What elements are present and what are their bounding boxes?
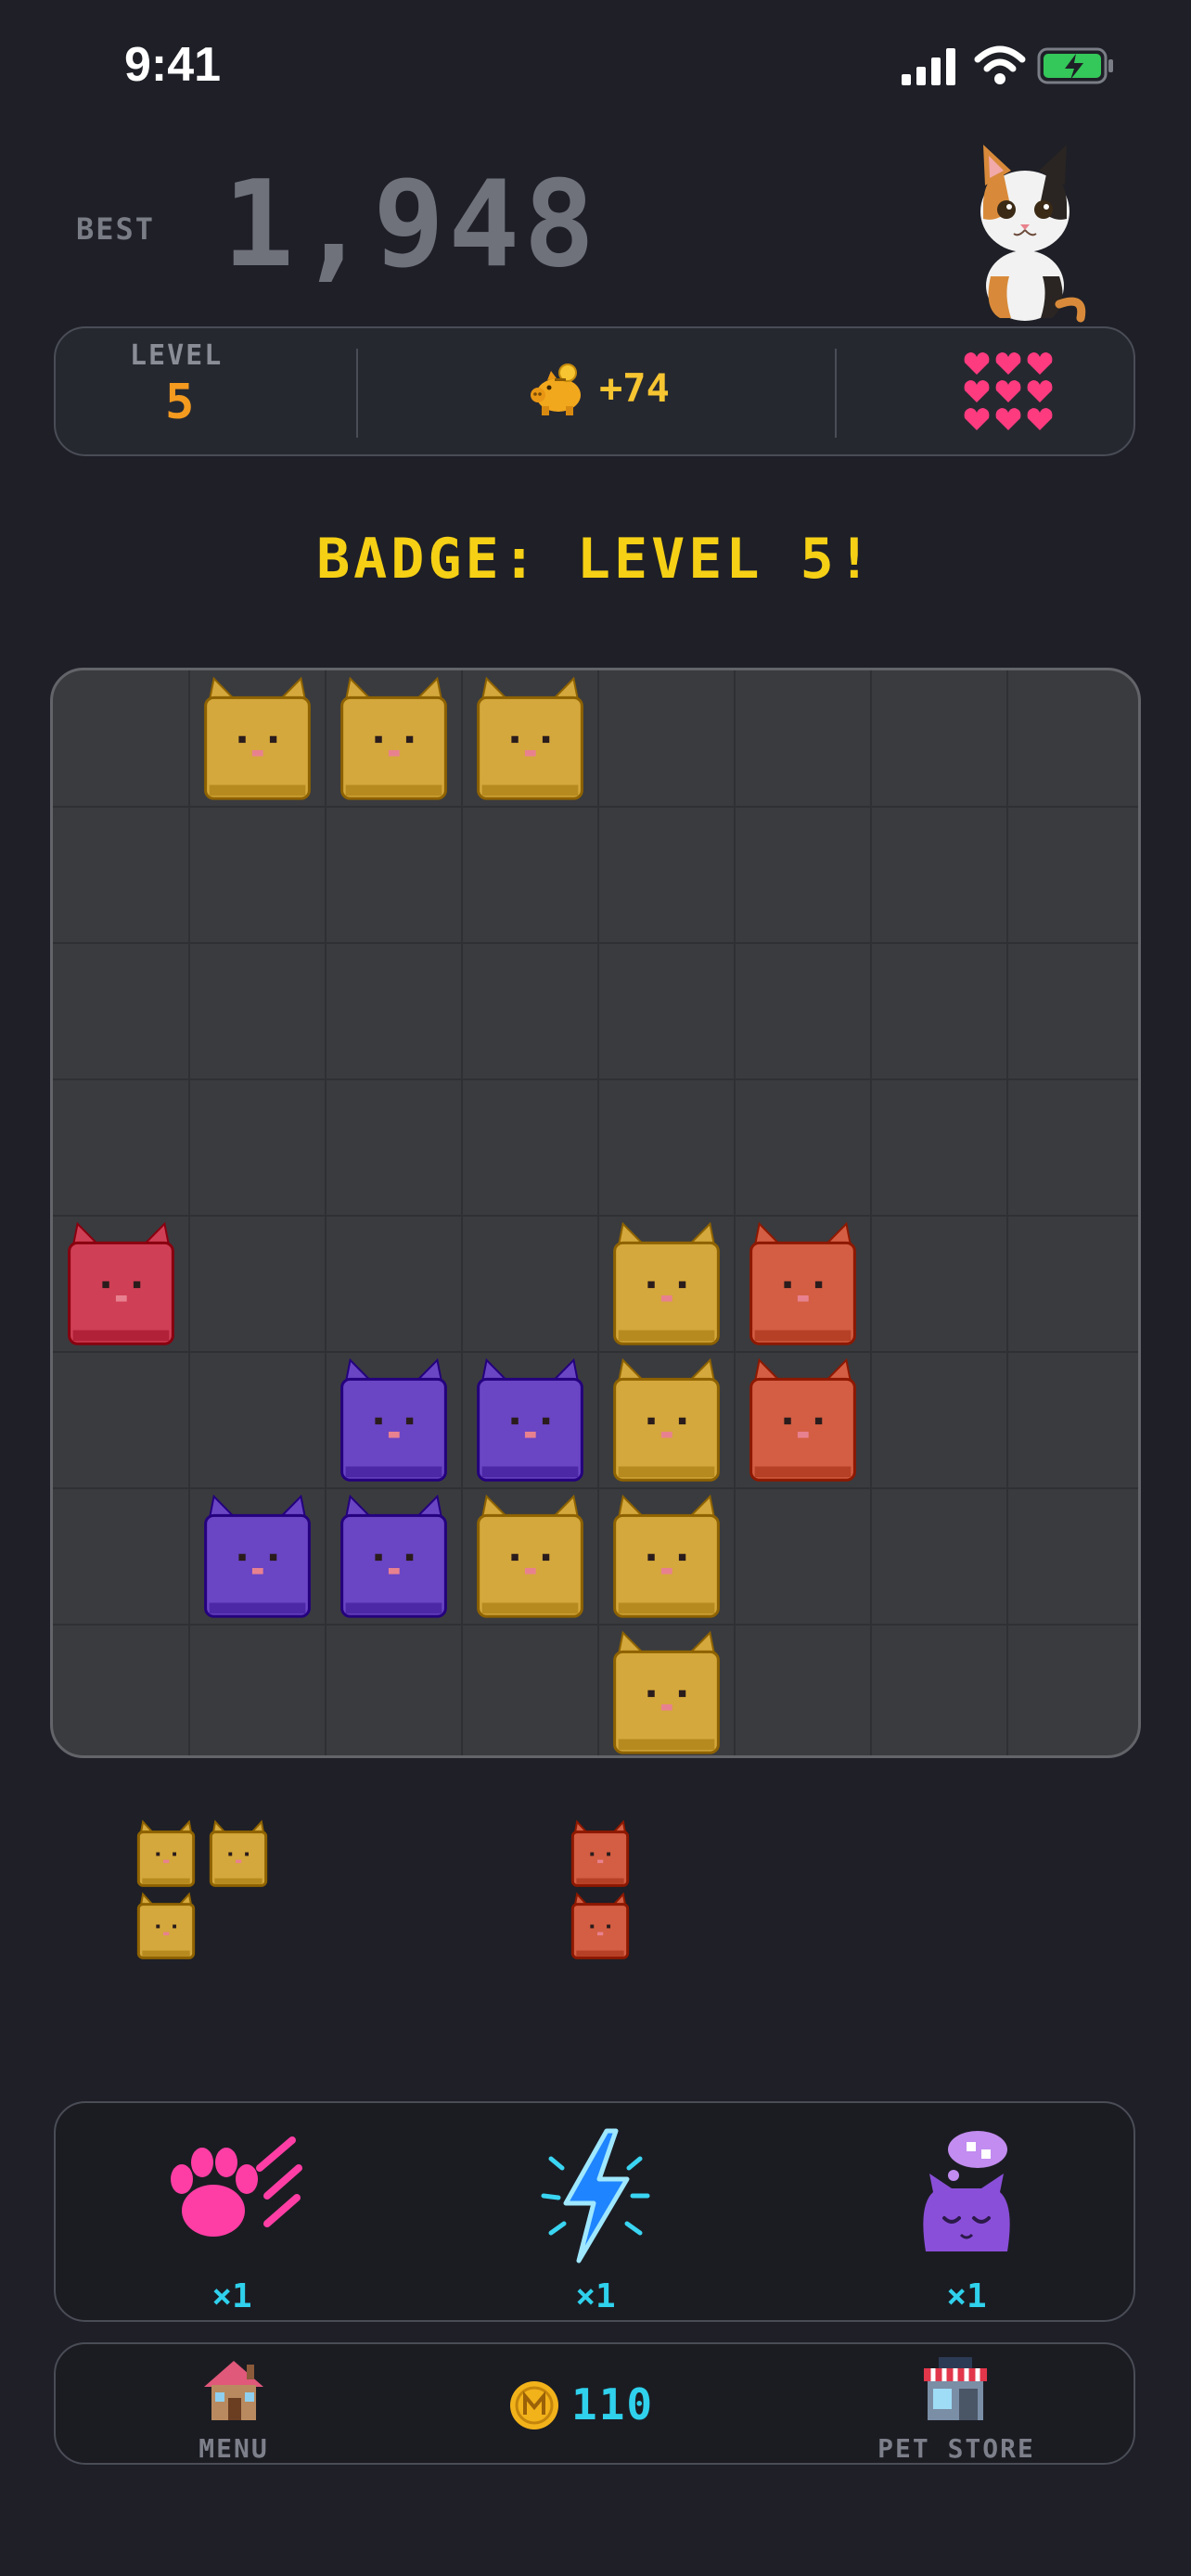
heart-icon (964, 380, 990, 402)
next-piece-yellow[interactable] (130, 1817, 269, 1966)
wifi-icon (974, 45, 1026, 84)
stats-bar: LEVEL 5 +74 (54, 326, 1135, 456)
board-grid[interactable] (53, 670, 1141, 1758)
next-piece-cell[interactable] (570, 1892, 630, 1959)
next-piece-cell[interactable] (136, 1819, 196, 1887)
cat-block-yellow[interactable] (613, 1358, 720, 1482)
next-piece-cell[interactable] (570, 1819, 630, 1887)
coin-icon (510, 2381, 558, 2429)
store-icon[interactable] (920, 2353, 991, 2424)
cat-block-yellow[interactable] (613, 1221, 720, 1345)
powerup-count: ×1 (211, 2277, 252, 2315)
coins-gain: +74 (599, 365, 670, 411)
bottom-nav: MENU 110 PET STORE (54, 2342, 1135, 2465)
cat-block-yellow[interactable] (613, 1630, 720, 1754)
cat-block-yellow[interactable] (204, 676, 311, 800)
cat-block-yellow[interactable] (613, 1494, 720, 1618)
best-label: BEST (76, 211, 156, 247)
heart-icon (995, 380, 1021, 402)
heart-icon (964, 408, 990, 430)
sleeping-cat-icon[interactable] (902, 2122, 1031, 2270)
heart-icon (964, 352, 990, 375)
paw-claw-icon[interactable] (158, 2131, 306, 2261)
powerup-bar: ×1 ×1 ×1 (54, 2101, 1135, 2322)
stats-divider (835, 349, 837, 438)
cat-block-yellow[interactable] (477, 1494, 583, 1618)
level-label: LEVEL (130, 339, 224, 372)
cat-block-purple[interactable] (477, 1358, 583, 1482)
best-score: 1,948 (223, 156, 599, 294)
cat-block-red[interactable] (68, 1221, 174, 1345)
coin-balance: 110 (571, 2379, 655, 2429)
signal-icon (902, 48, 955, 85)
heart-icon (995, 352, 1021, 375)
battery-charging-icon (1037, 47, 1113, 84)
house-icon[interactable] (198, 2353, 269, 2424)
powerup-count: ×1 (946, 2277, 987, 2315)
status-bar: 9:41 (0, 0, 1191, 130)
cat-block-purple[interactable] (340, 1494, 447, 1618)
menu-label[interactable]: MENU (141, 2433, 327, 2464)
cat-block-purple[interactable] (340, 1358, 447, 1482)
cat-block-yellow[interactable] (477, 676, 583, 800)
heart-icon (995, 408, 1021, 430)
next-piece-orange[interactable] (564, 1817, 638, 1966)
next-piece-cell[interactable] (209, 1819, 268, 1887)
stats-divider (356, 349, 358, 438)
next-piece-cell[interactable] (136, 1892, 196, 1959)
heart-icon (1027, 380, 1053, 402)
cat-block-yellow[interactable] (340, 676, 447, 800)
lives-hearts (964, 352, 1053, 430)
level-value: 5 (165, 375, 195, 430)
cat-block-orange[interactable] (749, 1221, 856, 1345)
game-board[interactable] (50, 668, 1141, 1758)
heart-icon (1027, 352, 1053, 375)
badge-banner: BADGE: LEVEL 5! (316, 527, 875, 592)
piggy-bank-icon (531, 363, 581, 415)
powerup-count: ×1 (575, 2277, 616, 2315)
cat-block-purple[interactable] (204, 1494, 311, 1618)
calico-cat-mascot-icon (980, 145, 1086, 323)
cat-block-orange[interactable] (749, 1358, 856, 1482)
clock: 9:41 (124, 38, 222, 92)
pet-store-label[interactable]: PET STORE (850, 2433, 1063, 2464)
heart-icon (1027, 408, 1053, 430)
lightning-icon[interactable] (531, 2122, 660, 2270)
